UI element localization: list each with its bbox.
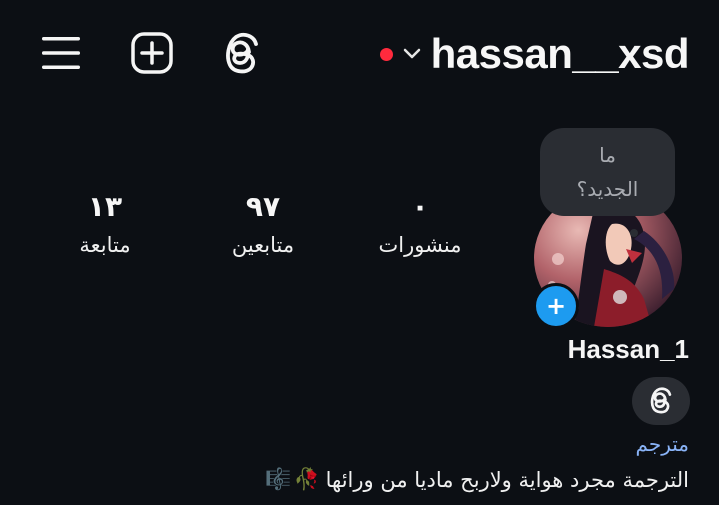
display-name: Hassan_1 <box>567 334 689 364</box>
menu-icon[interactable] <box>40 32 82 74</box>
music-score-icon: 🎼 <box>265 467 292 491</box>
add-story-button[interactable]: + <box>533 283 579 329</box>
posts-label: منشورات <box>378 233 462 257</box>
followers-count: ٩٧ <box>245 190 281 223</box>
threads-badge-button[interactable] <box>632 377 690 425</box>
posts-stat[interactable]: ٠ منشورات <box>350 190 490 260</box>
note-line-2: الجديد؟ <box>576 177 639 201</box>
create-icon[interactable] <box>130 31 174 75</box>
username: hassan__xsd <box>430 30 690 77</box>
bio-text: الترجمة مجرد هواية ولاربح ماديا من ورائه… <box>325 467 689 492</box>
following-count: ١٣ <box>87 190 123 223</box>
threads-icon[interactable] <box>220 31 264 77</box>
live-dot-icon <box>379 47 393 61</box>
note-bubble[interactable]: ما الجديد؟ <box>540 128 675 216</box>
following-stat[interactable]: ١٣ متابعة <box>35 190 175 260</box>
note-line-1: ما <box>599 143 616 167</box>
posts-count: ٠ <box>411 190 429 223</box>
chevron-down-icon[interactable] <box>403 48 421 60</box>
followers-stat[interactable]: ٩٧ متابعين <box>193 190 333 260</box>
following-label: متابعة <box>79 233 131 257</box>
bio: الترجمة مجرد هواية ولاربح ماديا من ورائه… <box>265 467 689 492</box>
account-switcher[interactable]: hassan__xsd <box>379 26 690 82</box>
note-tail-dot <box>630 229 638 237</box>
profile-category: مترجم <box>635 432 689 456</box>
bio-emojis: 🎼 🥀 <box>265 467 319 492</box>
threads-badge-icon <box>650 387 672 414</box>
add-story-glyph: + <box>545 292 567 320</box>
wilted-rose-icon: 🥀 <box>293 467 320 491</box>
followers-label: متابعين <box>231 233 295 257</box>
